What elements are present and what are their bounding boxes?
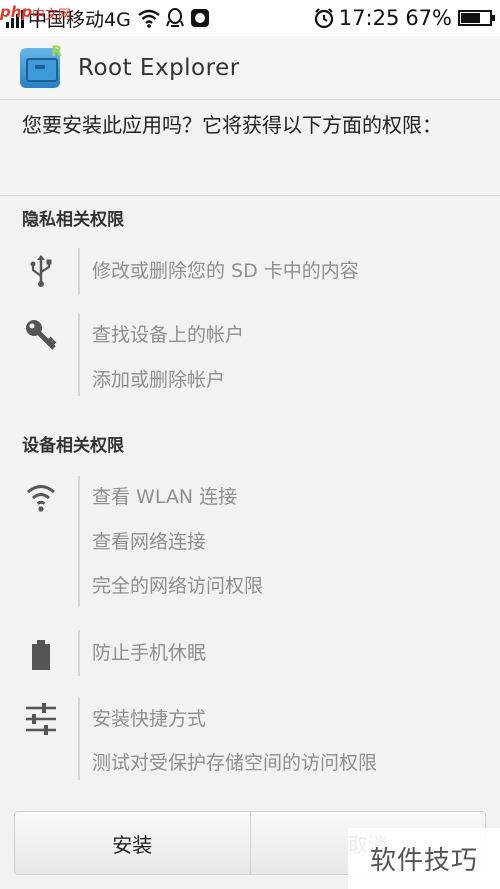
app-header: R Root Explorer (0, 36, 500, 100)
perm-divider (78, 248, 80, 294)
install-button[interactable]: 安装 (15, 812, 250, 874)
perm-divider (78, 314, 80, 396)
perm-item: 添加或删除帐户 (92, 369, 226, 391)
app-icon-badge: R (51, 43, 62, 60)
status-left: 中国移动4G php 中文网 (0, 2, 131, 32)
wifi-icon (24, 480, 58, 514)
perm-item: 查找设备上的帐户 (92, 324, 245, 346)
folder-icon: R (20, 44, 62, 88)
sliders-icon (24, 702, 58, 736)
status-bar: 中国移动4G php 中文网 17:25 67% (0, 0, 500, 36)
shield-app-icon (190, 9, 209, 27)
status-right: 17:25 67% (313, 6, 500, 30)
perm-item: 修改或删除您的 SD 卡中的内容 (92, 260, 359, 282)
perm-divider (78, 630, 80, 676)
wifi-status-icon (138, 9, 160, 28)
section-title-privacy: 隐私相关权限 (22, 210, 124, 230)
status-icons (137, 7, 211, 29)
perm-item: 查看 WLAN 连接 (92, 486, 238, 508)
perm-item: 完全的网络访问权限 (92, 575, 264, 597)
perm-item: 查看网络连接 (92, 531, 207, 553)
battery-fill (461, 13, 480, 23)
usb-icon (24, 254, 58, 288)
clock-time: 17:25 (338, 6, 400, 30)
key-icon (24, 318, 58, 352)
perm-item: 安装快捷方式 (92, 708, 207, 730)
battery-status-icon (458, 10, 495, 26)
qq-icon (165, 8, 184, 27)
install-question: 您要安装此应用吗？它将获得以下方面的权限： (0, 100, 500, 196)
alarm-icon (314, 8, 333, 29)
php-watermark-cn: 中文网 (32, 7, 72, 23)
perm-divider (78, 476, 80, 606)
section-title-device: 设备相关权限 (22, 436, 124, 456)
perm-divider (78, 698, 80, 780)
perm-item: 测试对受保护存储空间的访问权限 (92, 752, 378, 774)
battery-icon (24, 638, 58, 672)
php-watermark: php (0, 2, 33, 21)
perm-item: 防止手机休眠 (92, 642, 207, 664)
app-title: Root Explorer (78, 54, 240, 81)
watermark: 软件技巧 (348, 828, 500, 889)
battery-percent: 67% (405, 6, 452, 30)
